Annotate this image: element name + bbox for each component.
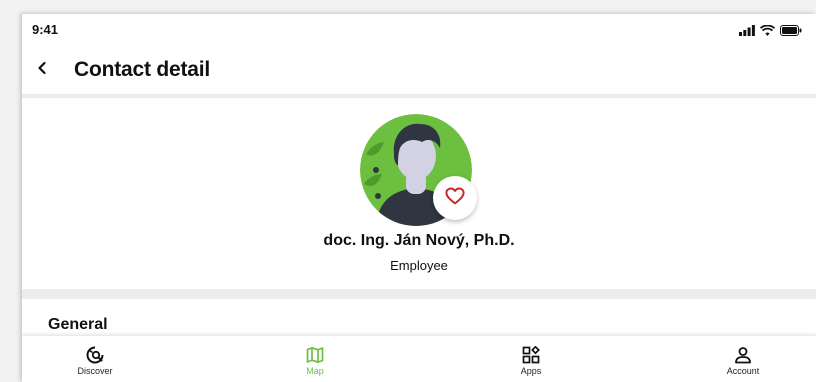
wifi-icon <box>759 23 776 41</box>
tab-map-label: Map <box>306 366 324 376</box>
heart-icon <box>445 186 465 210</box>
signal-icon <box>739 23 755 41</box>
tab-discover[interactable]: Discover <box>35 336 155 382</box>
app-header: Contact detail <box>22 50 816 94</box>
status-time: 9:41 <box>32 22 59 37</box>
tab-discover-label: Discover <box>77 366 113 376</box>
section-divider <box>22 289 816 299</box>
favorite-button[interactable] <box>433 176 477 220</box>
discover-icon <box>86 342 104 364</box>
tab-account[interactable]: Account <box>683 336 803 382</box>
contact-role: Employee <box>390 258 448 273</box>
apps-icon <box>522 342 540 364</box>
back-button[interactable] <box>28 56 56 84</box>
status-icons <box>739 23 802 41</box>
page-title: Contact detail <box>74 58 211 81</box>
map-icon <box>306 342 324 364</box>
tab-apps[interactable]: Apps <box>471 336 591 382</box>
bottom-tab-bar: Discover Map Apps Account <box>22 336 816 382</box>
contact-avatar-block <box>360 114 477 226</box>
header-divider <box>22 94 816 98</box>
tab-map[interactable]: Map <box>255 336 375 382</box>
tab-account-label: Account <box>726 366 760 376</box>
status-bar: 9:41 <box>22 14 816 46</box>
contact-name: doc. Ing. Ján Nový, Ph.D. <box>323 232 515 249</box>
phone-frame: 9:41 Contact detail doc. Ing. Ján Nový, … <box>22 14 816 382</box>
tab-apps-label: Apps <box>520 366 542 376</box>
account-icon <box>734 342 752 364</box>
battery-icon <box>780 23 802 41</box>
section-title-general: General <box>48 316 108 333</box>
chevron-left-icon <box>37 61 47 80</box>
